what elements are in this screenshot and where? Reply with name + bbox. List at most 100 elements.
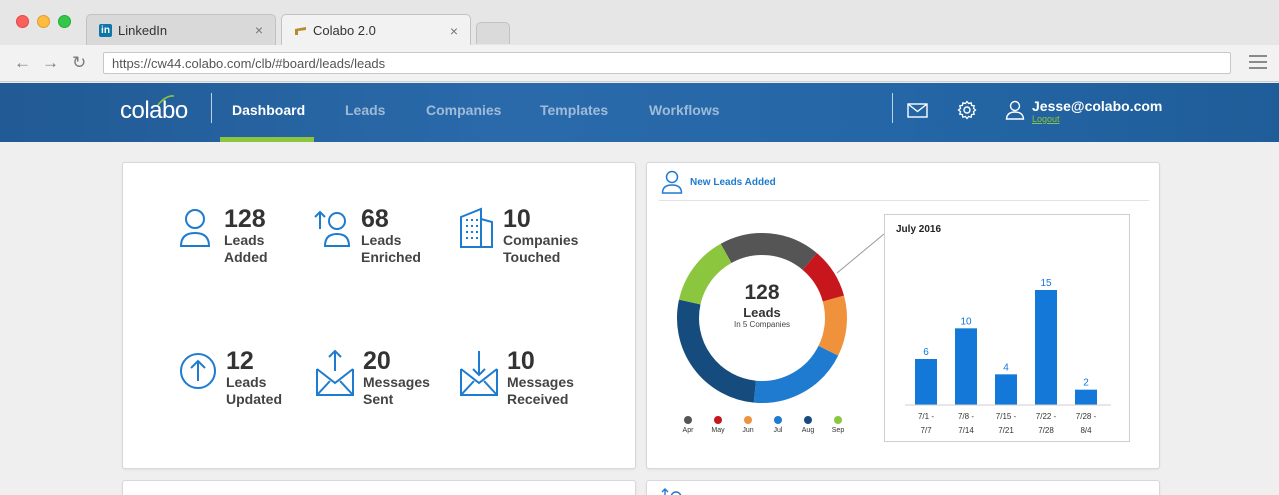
- bar[interactable]: [1075, 389, 1097, 405]
- stat-label: Messages: [507, 374, 574, 390]
- stat-value: 10: [507, 347, 535, 375]
- stat-label: Enriched: [361, 249, 421, 265]
- nav-leads[interactable]: Leads: [345, 102, 385, 118]
- user-icon[interactable]: [1005, 100, 1025, 120]
- donut-slice-apr[interactable]: [720, 233, 817, 271]
- callout-line: [836, 233, 885, 274]
- bar-tick-label: 7/21: [998, 426, 1014, 435]
- close-window-button[interactable]: [16, 15, 29, 28]
- weekly-bar-chart: 6 7/1 - 7/7 10 7/8 - 7/14 4 7/15 - 7/21 15 7/22 - 7…: [905, 278, 1111, 435]
- donut-total: 128: [744, 281, 780, 304]
- legend-swatch: [714, 416, 722, 424]
- back-icon[interactable]: ←: [14, 53, 31, 73]
- new-tab-button[interactable]: [476, 22, 510, 44]
- stat-messages-sent[interactable]: 20 Messages Sent: [315, 349, 430, 408]
- stats-card: 128 Leads Added 68 Leads Enriched 10 Com…: [122, 162, 636, 469]
- stat-value: 12: [226, 347, 254, 375]
- mail-icon[interactable]: [907, 103, 928, 118]
- user-icon: [179, 209, 211, 247]
- donut-slice-jul[interactable]: [753, 345, 839, 403]
- bar-tick-label: 7/14: [958, 426, 974, 435]
- stat-companies-touched[interactable]: 10 Companies Touched: [459, 207, 578, 266]
- stat-label: Touched: [503, 249, 561, 265]
- stat-value: 20: [363, 347, 391, 375]
- dashboard-content: 128 Leads Added 68 Leads Enriched 10 Com…: [0, 142, 1279, 495]
- bar-tick-label: 7/1 -: [918, 412, 934, 421]
- upload-circle-icon: [180, 353, 216, 389]
- legend-item-may[interactable]: May: [703, 416, 733, 434]
- bar-tick-label: 8/4: [1080, 426, 1092, 435]
- app-header: colabo Dashboard Leads Companies Templat…: [0, 83, 1279, 142]
- stat-label: Companies: [503, 232, 579, 248]
- bar-value-label: 10: [960, 316, 972, 327]
- bar[interactable]: [955, 328, 977, 405]
- nav-dashboard[interactable]: Dashboard: [232, 102, 305, 118]
- new-leads-card: New Leads Added 128 Leads In 5 Companies…: [646, 162, 1160, 469]
- logo-swoosh-icon: [157, 95, 175, 106]
- reload-icon[interactable]: ↻: [72, 53, 86, 73]
- stat-leads-enriched[interactable]: 68 Leads Enriched: [313, 207, 421, 266]
- legend-swatch: [774, 416, 782, 424]
- bar-tick-label: 7/22 -: [1036, 412, 1057, 421]
- stat-messages-received[interactable]: 10 Messages Received: [459, 349, 574, 408]
- minimize-window-button[interactable]: [37, 15, 50, 28]
- stats-card-2: [122, 480, 636, 495]
- donut-label: Leads: [743, 305, 781, 320]
- user-email[interactable]: Jesse@colabo.com: [1032, 98, 1162, 114]
- close-tab-icon[interactable]: ×: [450, 23, 458, 39]
- bar-value-label: 6: [923, 347, 929, 358]
- bar-tick-label: 7/28: [1038, 426, 1054, 435]
- donut-slice-sep[interactable]: [679, 243, 732, 305]
- legend-swatch: [834, 416, 842, 424]
- linkedin-icon: in: [99, 23, 112, 37]
- forward-icon[interactable]: →: [42, 53, 59, 73]
- donut-sublabel: In 5 Companies: [733, 320, 791, 329]
- donut-slice-may[interactable]: [802, 253, 845, 302]
- stat-label: Messages: [363, 374, 430, 390]
- tab-label: Colabo 2.0: [313, 23, 376, 38]
- building-icon: [460, 207, 493, 248]
- stat-leads-added[interactable]: 128 Leads Added: [178, 207, 268, 266]
- colabo-logo[interactable]: colabo: [120, 97, 188, 125]
- legend-label: Apr: [682, 427, 694, 434]
- legend-item-aug[interactable]: Aug: [793, 416, 823, 434]
- header-divider: [892, 93, 893, 123]
- stat-value: 128: [224, 205, 266, 233]
- envelope-down-icon: [460, 351, 498, 396]
- donut-slice-jun[interactable]: [818, 295, 847, 356]
- stat-label: Leads: [226, 374, 267, 390]
- bar[interactable]: [1035, 290, 1057, 405]
- stat-leads-updated[interactable]: 12 Leads Updated: [178, 349, 282, 408]
- stat-label: Received: [507, 391, 569, 407]
- nav-templates[interactable]: Templates: [540, 102, 608, 118]
- logo-divider: [211, 93, 212, 123]
- tab-colabo[interactable]: Colabo 2.0 ×: [281, 14, 471, 46]
- legend-swatch: [744, 416, 752, 424]
- stat-value: 10: [503, 205, 531, 233]
- legend-label: Jun: [742, 427, 754, 434]
- legend-item-sep[interactable]: Sep: [823, 416, 853, 434]
- stat-label: Leads: [361, 232, 402, 248]
- stat-label: Leads: [224, 232, 265, 248]
- browser-menu-icon[interactable]: [1249, 55, 1267, 69]
- close-tab-icon[interactable]: ×: [255, 22, 263, 38]
- nav-companies[interactable]: Companies: [426, 102, 501, 118]
- address-bar-row: ← → ↻ https://cw44.colabo.com/clb/#board…: [0, 45, 1279, 82]
- stat-value: 68: [361, 205, 389, 233]
- url-input[interactable]: https://cw44.colabo.com/clb/#board/leads…: [103, 52, 1231, 74]
- legend-label: Aug: [801, 427, 815, 434]
- legend-item-jul[interactable]: Jul: [763, 416, 793, 434]
- legend-item-apr[interactable]: Apr: [673, 416, 703, 434]
- bar[interactable]: [995, 374, 1017, 405]
- bar[interactable]: [915, 359, 937, 405]
- legend-label: May: [711, 427, 725, 434]
- gear-icon[interactable]: [957, 100, 977, 120]
- legend-item-jun[interactable]: Jun: [733, 416, 763, 434]
- logout-link[interactable]: Logout: [1032, 114, 1060, 124]
- tab-label: LinkedIn: [118, 22, 168, 38]
- tab-linkedin[interactable]: in LinkedIn ×: [86, 14, 276, 45]
- maximize-window-button[interactable]: [58, 15, 71, 28]
- bar-tick-label: 7/8 -: [958, 412, 974, 421]
- nav-workflows[interactable]: Workflows: [649, 102, 720, 118]
- legend-swatch: [804, 416, 812, 424]
